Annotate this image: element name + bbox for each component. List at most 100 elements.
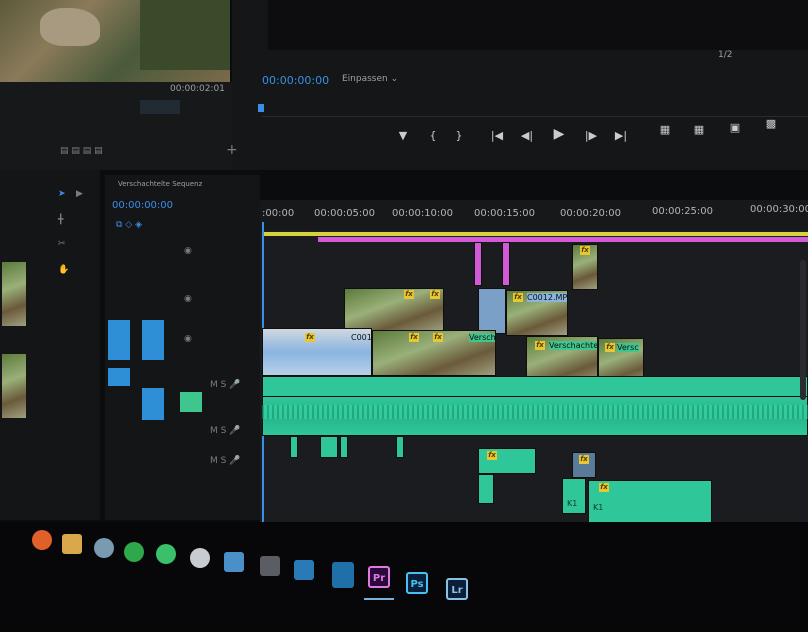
photoshop-icon[interactable]: Ps bbox=[406, 572, 428, 594]
lift-icon[interactable]: ▦ bbox=[656, 124, 674, 136]
clip-v1[interactable]: fx C0014 bbox=[262, 328, 372, 376]
button-editor-icon[interactable]: ▩ bbox=[762, 118, 780, 130]
firefox-icon[interactable] bbox=[32, 530, 52, 550]
chrome-icon[interactable] bbox=[190, 548, 210, 568]
project-thumbnail-1[interactable] bbox=[2, 262, 26, 326]
go-to-in-icon[interactable]: |◀ bbox=[490, 130, 504, 142]
clip-name: C0014 bbox=[351, 333, 372, 342]
fx-badge: fx bbox=[580, 246, 590, 255]
audio-clip-a3[interactable] bbox=[290, 436, 298, 458]
mute-icon[interactable]: M S 🎤 bbox=[210, 380, 240, 390]
audio-clip-a3[interactable] bbox=[320, 436, 338, 458]
extract-icon[interactable]: ▦ bbox=[690, 124, 708, 136]
clip-v2[interactable] bbox=[344, 288, 444, 332]
export-frame-icon[interactable]: ▣ bbox=[726, 122, 744, 134]
app-icon[interactable] bbox=[224, 552, 244, 572]
fx-badge: fx bbox=[599, 483, 609, 492]
eye-icon[interactable]: ◉ bbox=[184, 246, 192, 256]
mute-icon[interactable]: M S 🎤 bbox=[210, 456, 240, 466]
ruler-tick: 00:00:10:00 bbox=[392, 208, 454, 219]
sequence-tab[interactable]: Verschachtelte Sequenz bbox=[118, 180, 202, 188]
work-area-bar[interactable] bbox=[262, 232, 808, 236]
whatsapp-icon[interactable] bbox=[156, 544, 176, 564]
target-track-v1[interactable] bbox=[142, 320, 164, 360]
clip-name: Verschachtelte bbox=[549, 341, 597, 350]
eye-icon[interactable]: ◉ bbox=[184, 294, 192, 304]
audio-clip-a4[interactable]: fx K1 bbox=[588, 480, 712, 526]
track-select-icon[interactable]: ▶ bbox=[76, 189, 83, 199]
clip-name: Versc bbox=[617, 343, 639, 352]
source-patch-v1[interactable] bbox=[108, 320, 130, 360]
ruler-tick: 00:00:20:00 bbox=[560, 208, 622, 219]
time-ruler[interactable]: :00:00 00:00:05:00 00:00:10:00 00:00:15:… bbox=[260, 200, 808, 230]
step-back-icon[interactable]: ◀| bbox=[520, 130, 534, 142]
audio-clip-a3[interactable] bbox=[340, 436, 348, 458]
ruler-tick: 00:00:15:00 bbox=[474, 208, 536, 219]
mute-icon[interactable]: M S 🎤 bbox=[210, 426, 240, 436]
lightroom-icon[interactable]: Lr bbox=[446, 578, 468, 600]
clip-name: K1 bbox=[593, 503, 604, 512]
app-icon[interactable] bbox=[332, 562, 354, 588]
audio-source-patch[interactable] bbox=[180, 392, 202, 412]
app-icon[interactable] bbox=[294, 560, 314, 580]
active-indicator bbox=[364, 598, 394, 600]
project-thumbnail-2[interactable] bbox=[2, 354, 26, 418]
play-icon[interactable]: ▶ bbox=[552, 127, 566, 141]
clip-v3[interactable] bbox=[502, 242, 510, 286]
audio-clip-a4[interactable]: K1 bbox=[562, 478, 586, 514]
taskbar bbox=[0, 522, 808, 632]
clip-v2[interactable]: fx C0012.MP bbox=[506, 290, 568, 336]
program-monitor-view bbox=[268, 0, 808, 50]
spotify-icon[interactable] bbox=[124, 542, 144, 562]
program-timecode[interactable]: 00:00:00:00 bbox=[262, 74, 329, 87]
fit-dropdown[interactable]: Einpassen ⌄ bbox=[342, 74, 398, 84]
fx-badge: fx bbox=[579, 455, 589, 464]
fx-badge: fx bbox=[409, 333, 419, 342]
monitor-playhead[interactable] bbox=[258, 104, 264, 112]
ripple-edit-icon[interactable]: ╋ bbox=[58, 215, 63, 225]
snap-icon[interactable]: ⧉ ◇ ◈ bbox=[116, 220, 142, 230]
audio-clip-a4[interactable] bbox=[478, 474, 494, 504]
source-timecode-field[interactable] bbox=[140, 100, 180, 114]
razor-tool-icon[interactable]: ✂ bbox=[58, 239, 66, 249]
source-timecode: 00:00:02:01 bbox=[170, 84, 225, 94]
monitor-scrubber[interactable] bbox=[262, 98, 808, 117]
fx-badge: fx bbox=[430, 290, 440, 299]
clip-name: C0012.MP bbox=[527, 293, 568, 302]
timeline-scrollbar[interactable] bbox=[800, 260, 806, 400]
ruler-tick: 00:00:30:00 bbox=[750, 204, 808, 215]
tools-panel: ➤ ▶ ╋ ✂ ✋ bbox=[50, 185, 94, 485]
folder-icon[interactable] bbox=[62, 534, 82, 554]
app-icon[interactable] bbox=[260, 556, 280, 576]
list-view-icon[interactable]: ▤ ▤ ▤ ▤ bbox=[60, 146, 103, 156]
source-patch-a1[interactable] bbox=[108, 368, 130, 386]
mark-in-icon[interactable]: { bbox=[426, 130, 440, 142]
fx-badge: fx bbox=[433, 333, 443, 342]
add-marker-icon[interactable]: ▼ bbox=[396, 130, 410, 142]
timeline-timecode[interactable]: 00:00:00:00 bbox=[112, 200, 173, 211]
mark-out-icon[interactable]: } bbox=[452, 130, 466, 142]
audio-clip-a3[interactable]: fx bbox=[478, 448, 536, 474]
app-icon[interactable] bbox=[94, 538, 114, 558]
clip-name: K1 bbox=[567, 499, 578, 508]
clip-v3[interactable] bbox=[474, 242, 482, 286]
fx-badge: fx bbox=[404, 290, 414, 299]
fx-badge: fx bbox=[535, 341, 545, 350]
step-forward-icon[interactable]: |▶ bbox=[584, 130, 598, 142]
target-track-a1[interactable] bbox=[142, 388, 164, 420]
selection-tool-icon[interactable]: ➤ bbox=[58, 189, 66, 199]
premiere-icon[interactable]: Pr bbox=[368, 566, 390, 588]
zoom-level[interactable]: 1/2 bbox=[718, 50, 732, 60]
fit-label: Einpassen bbox=[342, 74, 388, 84]
audio-clip-a3[interactable]: fx bbox=[572, 452, 596, 478]
source-panel bbox=[0, 82, 232, 170]
hand-tool-icon[interactable]: ✋ bbox=[58, 265, 69, 275]
chevron-down-icon: ⌄ bbox=[390, 74, 399, 84]
audio-waveform bbox=[262, 405, 808, 419]
clip-v1[interactable]: fx fx Verschachtelt bbox=[372, 330, 496, 376]
add-icon[interactable]: + bbox=[226, 142, 238, 158]
clip-v2[interactable] bbox=[478, 288, 506, 334]
go-to-out-icon[interactable]: ▶| bbox=[614, 130, 628, 142]
audio-clip-a3[interactable] bbox=[396, 436, 404, 458]
eye-icon[interactable]: ◉ bbox=[184, 334, 192, 344]
